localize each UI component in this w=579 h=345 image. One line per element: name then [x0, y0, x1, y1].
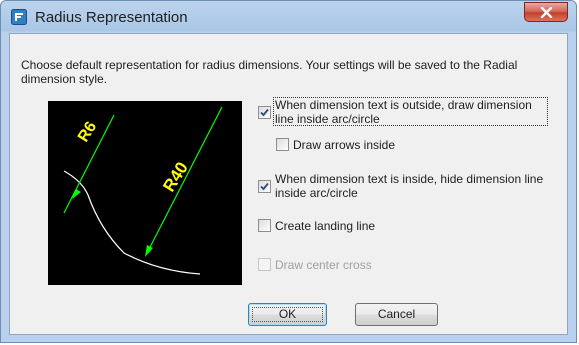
option-label: When dimension text is outside, draw dim…	[275, 98, 532, 126]
ok-button[interactable]: OK	[248, 303, 327, 326]
checkbox-draw-arrows-inside[interactable]	[276, 138, 289, 151]
close-button[interactable]	[524, 2, 568, 22]
option-label: Create landing line	[275, 219, 376, 233]
dialog-title: Radius Representation	[35, 9, 188, 26]
option-label: Draw arrows inside	[293, 138, 396, 152]
cancel-button[interactable]: Cancel	[355, 303, 438, 326]
ok-button-label: OK	[278, 307, 297, 321]
preview-drawing: R6 R40	[63, 106, 223, 275]
checkbox-outside-draw-line[interactable]	[258, 106, 271, 119]
close-icon	[540, 7, 553, 18]
checkbox-create-landing-line[interactable]	[258, 219, 271, 232]
label-r40: R40	[159, 159, 192, 196]
title-bar[interactable]: Radius Representation	[1, 1, 576, 33]
option-label: When dimension text is inside, hide dime…	[275, 172, 544, 200]
app-icon	[11, 9, 27, 25]
description-text: Choose default representation for radius…	[21, 58, 518, 86]
label-r6: R6	[75, 119, 100, 145]
preview-image: R6 R40	[48, 101, 242, 285]
option-label: Draw center cross	[275, 258, 372, 272]
cancel-button-label: Cancel	[377, 307, 416, 321]
checkmark-icon	[260, 182, 269, 191]
checkmark-icon	[260, 108, 269, 117]
checkbox-inside-hide-line[interactable]	[258, 180, 271, 193]
checkbox-draw-center-cross	[258, 258, 271, 271]
arrowhead-large	[145, 245, 153, 257]
